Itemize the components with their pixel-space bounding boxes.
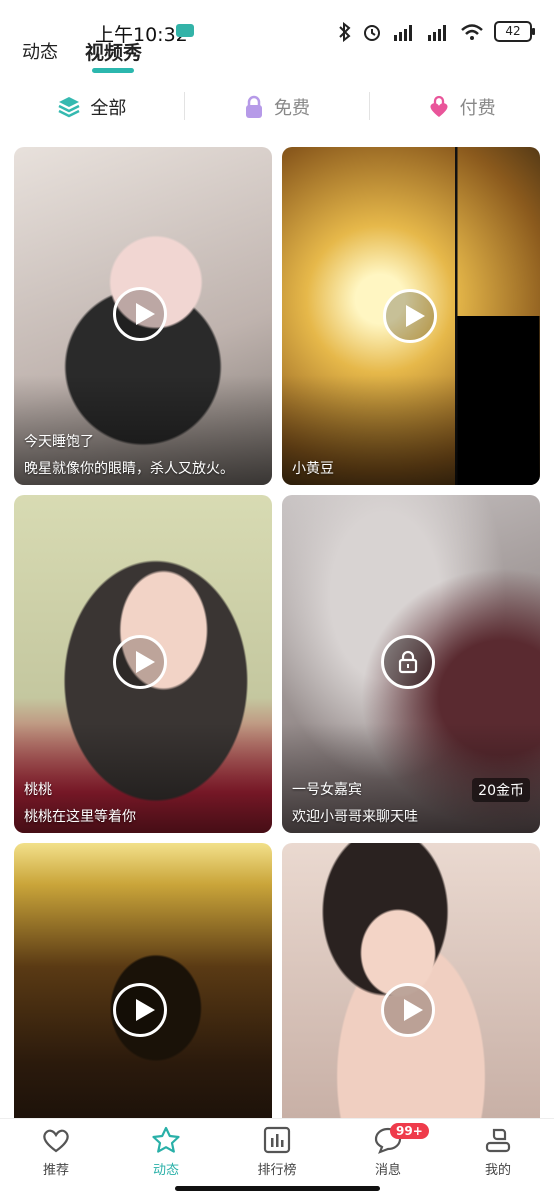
user-icon bbox=[485, 1128, 511, 1153]
top-tabs: 动态 视频秀 bbox=[0, 36, 554, 80]
filter-paid[interactable]: 付费 bbox=[369, 88, 554, 126]
play-button[interactable] bbox=[381, 983, 435, 1037]
play-button[interactable] bbox=[113, 983, 167, 1037]
card-description: 桃桃在这里等着你 bbox=[24, 809, 136, 825]
video-thumbnail bbox=[14, 843, 272, 1118]
nav-dynamic-label: 动态 bbox=[152, 1163, 179, 1178]
divider bbox=[184, 92, 185, 120]
filter-free[interactable]: 免费 bbox=[185, 88, 370, 126]
video-card[interactable]: 桃桃 桃桃在这里等着你 bbox=[14, 495, 272, 833]
filter-all[interactable]: 全部 bbox=[0, 88, 185, 126]
lock-icon bbox=[246, 95, 262, 118]
video-card-locked[interactable]: 一号女嘉宾 20金币 欢迎小哥哥来聊天哇 bbox=[282, 495, 540, 833]
lock-icon bbox=[398, 650, 418, 674]
nav-mine-label: 我的 bbox=[484, 1163, 511, 1178]
video-thumbnail bbox=[282, 843, 540, 1118]
chart-icon bbox=[263, 1126, 291, 1154]
nav-mine[interactable]: 我的 bbox=[458, 1125, 538, 1178]
nav-messages[interactable]: 99+ 消息 bbox=[348, 1123, 429, 1178]
tab-dynamic[interactable]: 动态 bbox=[22, 38, 58, 64]
message-badge: 99+ bbox=[390, 1123, 429, 1139]
card-description: 欢迎小哥哥来聊天哇 bbox=[292, 809, 418, 825]
divider bbox=[369, 92, 370, 120]
heart-icon bbox=[43, 1129, 69, 1153]
play-button[interactable] bbox=[113, 287, 167, 341]
video-card[interactable] bbox=[14, 843, 272, 1118]
card-description: 小黄豆 bbox=[292, 461, 334, 477]
filter-row: 全部 免费 付费 bbox=[0, 88, 554, 126]
locked-button[interactable] bbox=[381, 635, 435, 689]
tab-video-show[interactable]: 视频秀 bbox=[85, 38, 142, 65]
price-badge: 20金币 bbox=[472, 778, 530, 802]
tab-indicator bbox=[92, 68, 134, 73]
filter-paid-label: 付费 bbox=[459, 98, 496, 119]
nav-dynamic[interactable]: 动态 bbox=[126, 1125, 206, 1178]
nav-recommend[interactable]: 推荐 bbox=[16, 1125, 96, 1178]
play-button[interactable] bbox=[113, 635, 167, 689]
nav-ranking[interactable]: 排行榜 bbox=[237, 1125, 317, 1178]
filter-free-label: 免费 bbox=[274, 98, 310, 119]
video-card[interactable] bbox=[282, 843, 540, 1118]
video-card[interactable]: 今天睡饱了 晚星就像你的眼睛，杀人又放火。 bbox=[14, 147, 272, 485]
play-button[interactable] bbox=[383, 289, 437, 343]
video-card[interactable]: 小黄豆 bbox=[282, 147, 540, 485]
star-icon bbox=[152, 1126, 180, 1153]
heart-lock-icon bbox=[430, 95, 448, 117]
layers-icon bbox=[58, 97, 80, 118]
card-title: 一号女嘉宾 bbox=[292, 782, 362, 798]
home-indicator[interactable] bbox=[175, 1186, 380, 1191]
nav-recommend-label: 推荐 bbox=[42, 1163, 69, 1178]
card-title: 今天睡饱了 bbox=[24, 434, 94, 450]
nav-messages-label: 消息 bbox=[374, 1163, 401, 1178]
nav-ranking-label: 排行榜 bbox=[257, 1163, 297, 1178]
card-title: 桃桃 bbox=[24, 782, 52, 798]
card-description: 晚星就像你的眼睛，杀人又放火。 bbox=[24, 461, 234, 477]
filter-all-label: 全部 bbox=[90, 98, 127, 119]
